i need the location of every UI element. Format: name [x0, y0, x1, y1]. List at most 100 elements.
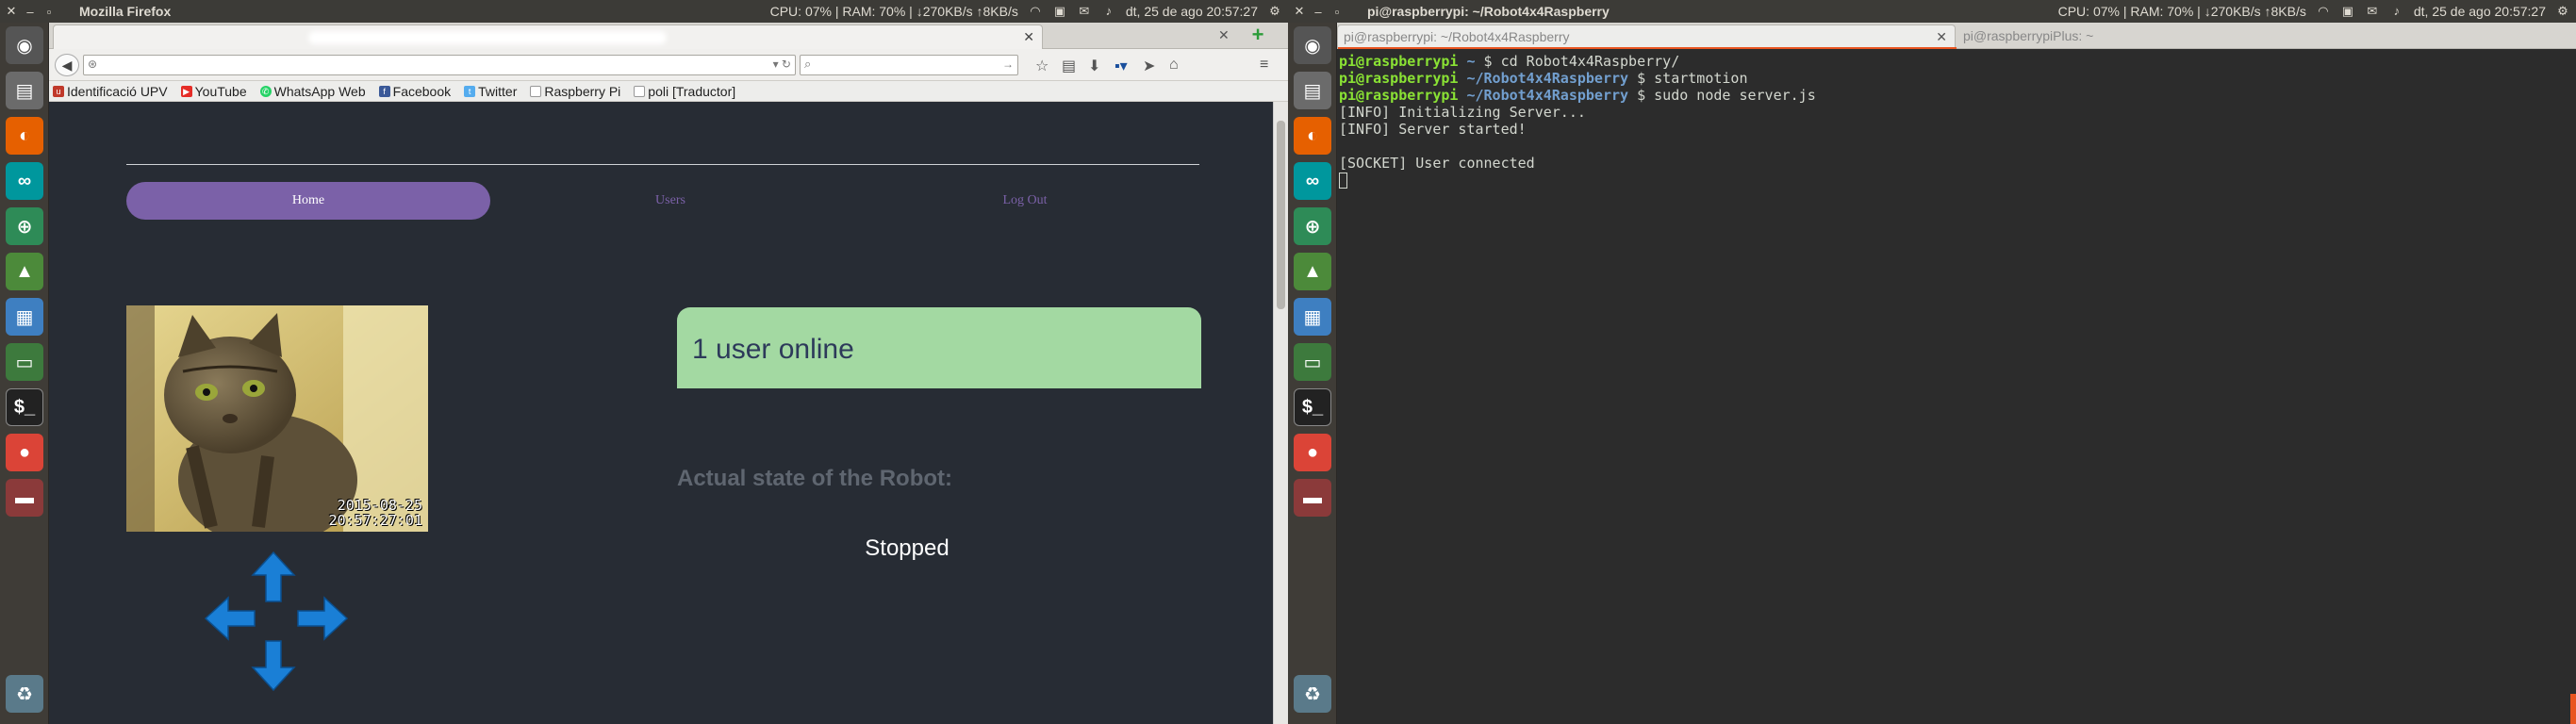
bookmarks-toolbar: u Identificació UPV ▶ YouTube ✆ WhatsApp We…	[49, 81, 1288, 102]
terminal-output[interactable]: pi@raspberrypi ~ $ cd Robot4x4Raspberry/…	[1337, 49, 2576, 724]
scroll-indicator	[2570, 694, 2576, 724]
app-icon[interactable]: ▭	[1294, 343, 1331, 381]
clock[interactable]: dt, 25 de ago 20:57:27	[2414, 4, 2546, 19]
scrollbar[interactable]	[1273, 102, 1288, 724]
arrow-down-button[interactable]	[247, 639, 300, 692]
arduino-icon[interactable]: ∞	[6, 162, 43, 200]
camera-feed: 2015-08-25 20:57:27:01	[126, 305, 428, 532]
navigation-bar: ◀ ⊛ ▾ ↻ ⌕ → ☆ ▤ ⬇ ▪▾ ➤ ⌂ ≡	[49, 49, 1288, 81]
maximize-window-icon[interactable]: ▫	[41, 5, 57, 19]
search-input[interactable]: ⌕ →	[800, 55, 1018, 75]
window-title: pi@raspberrypi: ~/Robot4x4Raspberry	[1367, 4, 1610, 19]
close-window-icon[interactable]: ✕	[1292, 4, 1307, 19]
terminal-line: pi@raspberrypi ~/Robot4x4Raspberry $ sta…	[1339, 70, 1748, 87]
identity-icon[interactable]: ⊛	[88, 58, 97, 71]
bookmark-whatsapp[interactable]: ✆ WhatsApp Web	[259, 84, 366, 99]
network-icon[interactable]: ⊕	[6, 207, 43, 245]
page-icon	[634, 85, 646, 97]
new-tab-icon[interactable]: +	[1245, 25, 1271, 47]
search-go-icon[interactable]: →	[1002, 58, 1014, 71]
bookmark-upv[interactable]: u Identificació UPV	[53, 84, 168, 99]
bookmarks-menu-icon[interactable]: ▤	[1062, 57, 1076, 75]
tab-close-icon[interactable]: ✕	[1023, 29, 1034, 45]
system-stats: CPU: 07% | RAM: 70% | ↓270KB/s ↑8KB/s	[769, 4, 1018, 19]
youtube-icon: ▶	[180, 85, 192, 97]
nav-logout[interactable]: Log Out	[843, 182, 1207, 220]
bookmark-facebook[interactable]: f Facebook	[378, 84, 451, 99]
minimize-window-icon[interactable]: –	[1311, 5, 1326, 19]
writer-icon[interactable]: ▦	[1294, 298, 1331, 336]
camera-timestamp: 2015-08-25 20:57:27:01	[328, 497, 422, 529]
firefox-icon[interactable]: ◐	[6, 117, 43, 155]
downloads-icon[interactable]: ⬇	[1088, 57, 1100, 75]
clock[interactable]: dt, 25 de ago 20:57:27	[1126, 4, 1258, 19]
minimize-window-icon[interactable]: –	[23, 5, 38, 19]
terminal-line: [SOCKET] User connected	[1339, 155, 1535, 172]
nav-users[interactable]: Users	[488, 182, 852, 220]
hamburger-menu-icon[interactable]: ≡	[1260, 57, 1268, 74]
nav-home[interactable]: Home	[126, 182, 490, 220]
reload-icon[interactable]: ▾ ↻	[773, 58, 791, 71]
files-icon[interactable]: ▤	[6, 72, 43, 109]
tab-close-icon[interactable]: ✕	[1936, 25, 1947, 48]
app-red-icon[interactable]: ▬	[1294, 479, 1331, 517]
twitter-icon: t	[464, 85, 476, 97]
arrow-left-button[interactable]	[204, 592, 256, 645]
back-icon[interactable]: ◀	[55, 54, 79, 76]
keyboard-icon[interactable]: ▣	[2340, 4, 2355, 19]
browser-tab[interactable]: ✕	[53, 25, 1043, 49]
maximize-window-icon[interactable]: ▫	[1329, 5, 1345, 19]
volume-icon[interactable]: ♪	[1101, 4, 1116, 19]
trash-icon[interactable]: ♻	[1294, 675, 1331, 713]
scrollbar-thumb[interactable]	[1277, 121, 1285, 309]
robot-state-value: Stopped	[865, 535, 949, 561]
launcher: ◉ ▤ ◐ ∞ ⊕ ▲ ▦ ▭ $_ ● ▬ ♻	[1288, 23, 1337, 724]
volume-icon[interactable]: ♪	[2389, 4, 2404, 19]
save-icon[interactable]: ▪▾	[1115, 57, 1128, 75]
android-studio-icon[interactable]: ▲	[1294, 253, 1331, 290]
indicator-area: CPU: 07% | RAM: 70% | ↓270KB/s ↑8KB/s ◠ …	[2058, 0, 2576, 23]
network-icon[interactable]: ⊕	[1294, 207, 1331, 245]
app-red-icon[interactable]: ▬	[6, 479, 43, 517]
app-icon[interactable]: ▭	[6, 343, 43, 381]
bookmark-twitter[interactable]: t Twitter	[464, 84, 517, 99]
send-icon[interactable]: ➤	[1143, 57, 1155, 75]
terminal-line: [INFO] Initializing Server...	[1339, 104, 1586, 121]
files-icon[interactable]: ▤	[1294, 72, 1331, 109]
arrow-right-button[interactable]	[296, 592, 349, 645]
top-panel: ✕ – ▫ Mozilla Firefox CPU: 07% | RAM: 70…	[0, 0, 1288, 23]
writer-icon[interactable]: ▦	[6, 298, 43, 336]
terminal-tab-plus[interactable]: pi@raspberrypiPlus: ~	[1957, 25, 2576, 49]
close-icon[interactable]: ✕	[1218, 27, 1230, 43]
settings-icon[interactable]: ⚙	[2555, 4, 2570, 19]
home-icon[interactable]: ⌂	[1169, 57, 1179, 74]
bookmark-traductor[interactable]: poli [Traductor]	[634, 84, 735, 99]
top-panel: ✕ – ▫ pi@raspberrypi: ~/Robot4x4Raspberr…	[1288, 0, 2576, 23]
bookmark-raspberry[interactable]: Raspberry Pi	[530, 84, 620, 99]
chrome-icon[interactable]: ●	[6, 434, 43, 471]
keyboard-icon[interactable]: ▣	[1052, 4, 1067, 19]
close-window-icon[interactable]: ✕	[4, 4, 19, 19]
chrome-icon[interactable]: ●	[1294, 434, 1331, 471]
firefox-icon[interactable]: ◐	[1294, 117, 1331, 155]
dash-icon[interactable]: ◉	[1294, 26, 1331, 64]
terminal-tab-robot[interactable]: pi@raspberrypi: ~/Robot4x4Raspberry ✕	[1337, 25, 1957, 50]
trash-icon[interactable]: ♻	[6, 675, 43, 713]
url-input[interactable]: ⊛ ▾ ↻	[83, 55, 796, 75]
upv-icon: u	[53, 85, 64, 97]
wifi-icon[interactable]: ◠	[2316, 4, 2331, 19]
bookmark-youtube[interactable]: ▶ YouTube	[180, 84, 247, 99]
android-studio-icon[interactable]: ▲	[6, 253, 43, 290]
mail-icon[interactable]: ✉	[1077, 4, 1092, 19]
bookmark-star-icon[interactable]: ☆	[1035, 57, 1049, 75]
indicator-area: CPU: 07% | RAM: 70% | ↓270KB/s ↑8KB/s ◠ …	[770, 0, 1288, 23]
mail-icon[interactable]: ✉	[2365, 4, 2380, 19]
terminal-icon[interactable]: $_	[6, 388, 43, 426]
arduino-icon[interactable]: ∞	[1294, 162, 1331, 200]
settings-icon[interactable]: ⚙	[1267, 4, 1282, 19]
terminal-tab-strip: pi@raspberrypi: ~/Robot4x4Raspberry ✕ pi…	[1337, 23, 2576, 50]
terminal-icon[interactable]: $_	[1294, 388, 1331, 426]
wifi-icon[interactable]: ◠	[1028, 4, 1043, 19]
divider	[126, 164, 1199, 165]
dash-icon[interactable]: ◉	[6, 26, 43, 64]
